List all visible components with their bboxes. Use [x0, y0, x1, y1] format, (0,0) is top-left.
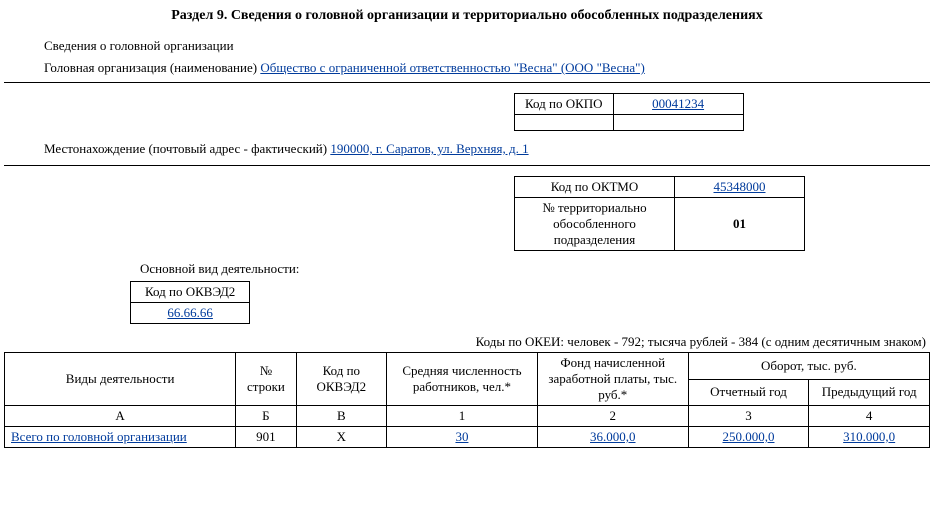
oktmo-table: Код по ОКТМО 45348000 № территориально о… [514, 176, 805, 251]
subhdr-4: 4 [809, 406, 930, 427]
org-section-label: Сведения о головной организации [44, 38, 930, 54]
col-report-year: Отчетный год [688, 379, 809, 406]
okpo-label: Код по ОКПО [515, 94, 614, 115]
col-avg-count: Средняя численность работников, чел.* [387, 353, 538, 406]
okpo-empty-right [613, 115, 743, 131]
col-turnover: Оборот, тыс. руб. [688, 353, 929, 380]
activity-main-label: Основной вид деятельности: [140, 261, 930, 277]
divider [4, 82, 930, 83]
row-okved: Х [296, 427, 386, 448]
subdivision-label: № территориально обособленного подраздел… [515, 198, 675, 251]
row-no: 901 [236, 427, 296, 448]
subhdr-b: Б [236, 406, 296, 427]
okpo-value[interactable]: 00041234 [652, 96, 704, 111]
col-activity: Виды деятельности [5, 353, 236, 406]
col-payroll: Фонд начисленной заработной платы, тыс. … [537, 353, 688, 406]
address-label: Местонахождение (почтовый адрес - фактич… [44, 141, 330, 156]
subdivision-value: 01 [733, 216, 746, 231]
row-avg-count[interactable]: 30 [387, 427, 538, 448]
row-turnover-prev[interactable]: 310.000,0 [809, 427, 930, 448]
col-row-no: № строки [236, 353, 296, 406]
subhdr-3: 3 [688, 406, 809, 427]
okved-table: Код по ОКВЭД2 66.66.66 [130, 281, 250, 324]
subhdr-1: 1 [387, 406, 538, 427]
org-name-value[interactable]: Общество с ограниченной ответственностью… [260, 60, 644, 75]
row-activity[interactable]: Всего по головной организации [11, 429, 187, 444]
okei-note: Коды по ОКЕИ: человек - 792; тысяча рубл… [4, 334, 926, 350]
divider [4, 165, 930, 166]
address-value[interactable]: 190000, г. Саратов, ул. Верхняя, д. 1 [330, 141, 528, 156]
row-turnover-report[interactable]: 250.000,0 [688, 427, 809, 448]
oktmo-label: Код по ОКТМО [515, 177, 675, 198]
main-table: Виды деятельности № строки Код по ОКВЭД2… [4, 352, 930, 448]
okved-value[interactable]: 66.66.66 [167, 305, 213, 320]
org-name-label: Головная организация (наименование) [44, 60, 260, 75]
row-payroll[interactable]: 36.000,0 [537, 427, 688, 448]
okved-label: Код по ОКВЭД2 [131, 282, 250, 303]
subhdr-a: А [5, 406, 236, 427]
table-row: Всего по головной организации 901 Х 30 3… [5, 427, 930, 448]
okpo-table: Код по ОКПО 00041234 [514, 93, 744, 131]
col-okved: Код по ОКВЭД2 [296, 353, 386, 406]
subhdr-v: В [296, 406, 386, 427]
section-title: Раздел 9. Сведения о головной организаци… [4, 8, 930, 24]
oktmo-value[interactable]: 45348000 [714, 179, 766, 194]
col-prev-year: Предыдущий год [809, 379, 930, 406]
subhdr-2: 2 [537, 406, 688, 427]
okpo-empty-left [515, 115, 614, 131]
